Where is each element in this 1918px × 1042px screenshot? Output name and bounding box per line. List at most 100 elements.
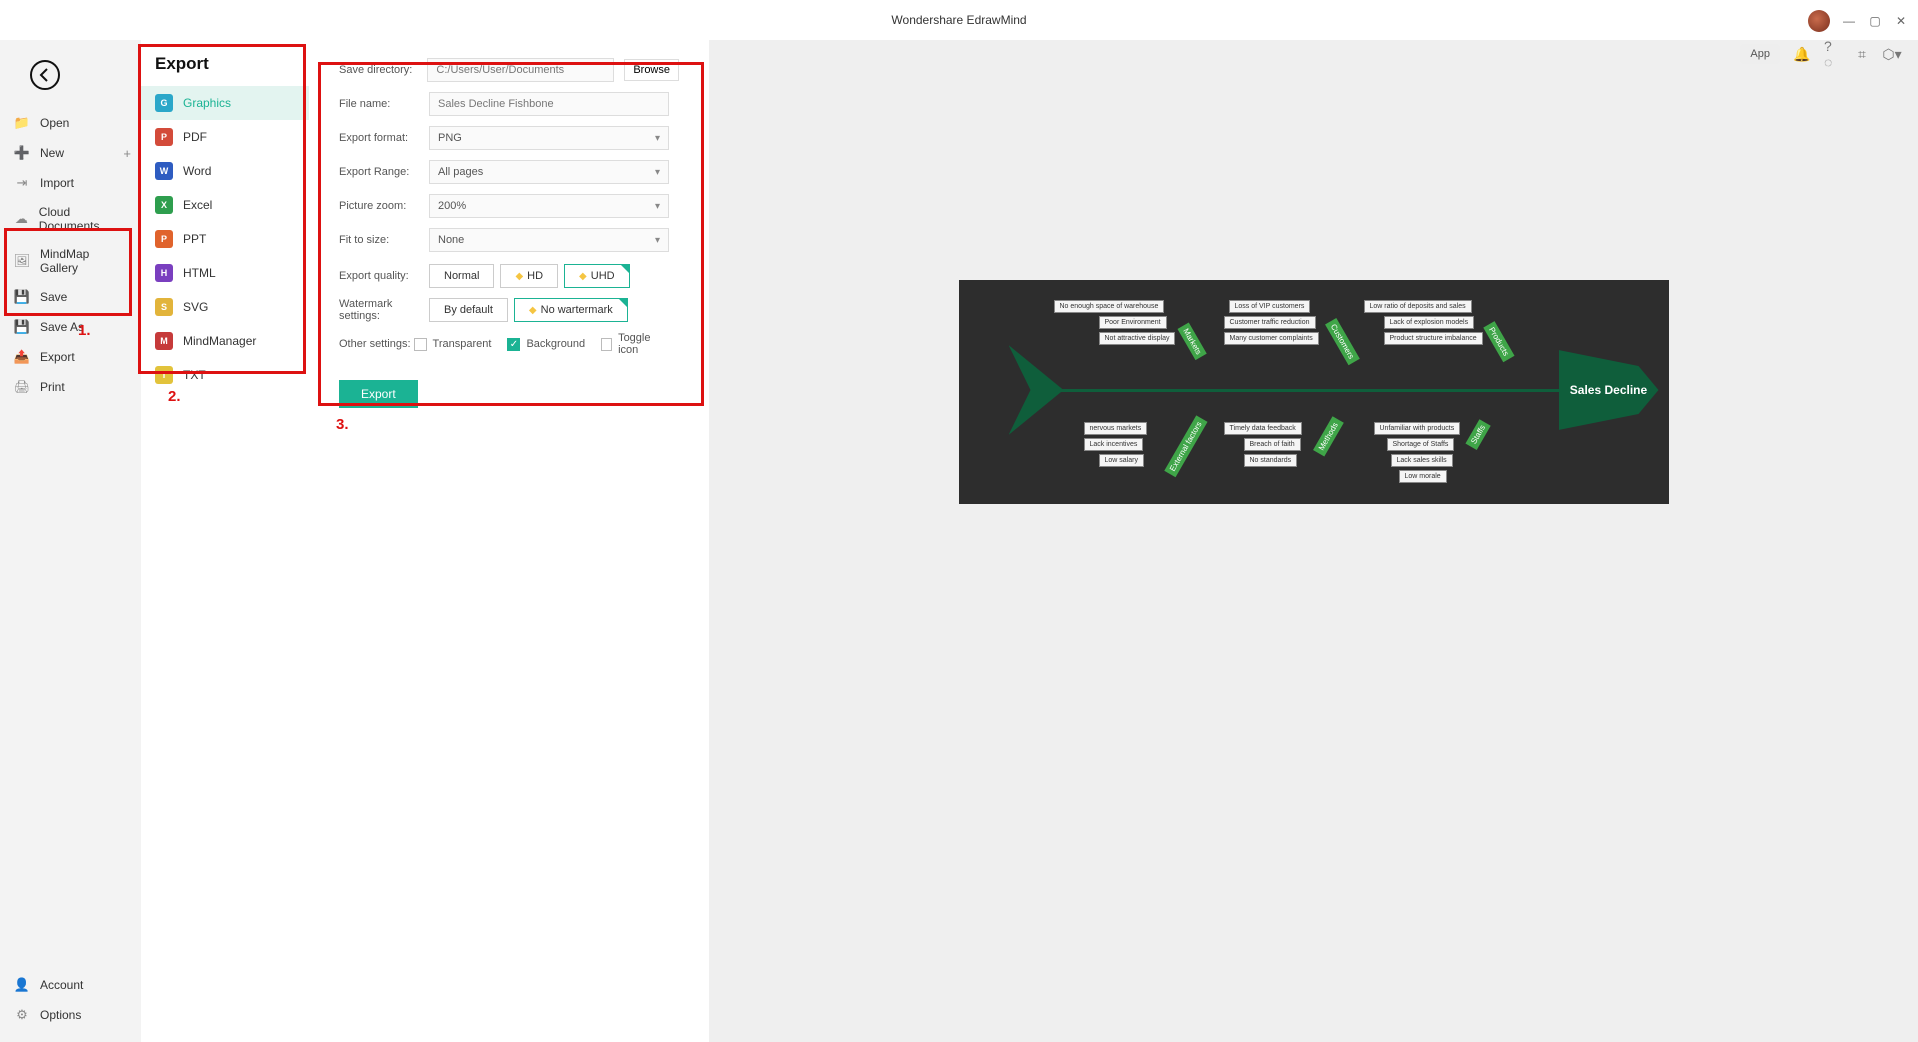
format-label: MindManager bbox=[183, 334, 256, 348]
format-label: Excel bbox=[183, 198, 212, 212]
bone-products: Products bbox=[1483, 321, 1514, 362]
check-background[interactable]: ✓Background bbox=[507, 338, 585, 351]
export-settings: Save directory: Browse File name: Export… bbox=[309, 40, 709, 1042]
node: Breach of faith bbox=[1244, 438, 1301, 451]
node: Low ratio of deposits and sales bbox=[1364, 300, 1472, 313]
bone-methods: Methods bbox=[1313, 416, 1344, 456]
close-icon[interactable]: ✕ bbox=[1894, 14, 1908, 28]
bell-icon[interactable]: 🔔 bbox=[1794, 46, 1810, 62]
minimize-icon[interactable]: — bbox=[1842, 14, 1856, 28]
save-dir-input[interactable] bbox=[427, 58, 614, 82]
sidebar-item-new[interactable]: ➕New+ bbox=[0, 138, 141, 168]
sidebar-item-save[interactable]: 💾Save bbox=[0, 282, 141, 312]
format-mindmanager[interactable]: M MindManager bbox=[141, 324, 309, 358]
gallery-icon: 🖼 bbox=[14, 253, 30, 269]
node: No standards bbox=[1244, 454, 1298, 467]
watermark-none[interactable]: ◆No wartermark bbox=[514, 298, 628, 322]
format-label: PDF bbox=[183, 130, 207, 144]
node: Unfamiliar with products bbox=[1374, 422, 1461, 435]
format-pdf[interactable]: P PDF bbox=[141, 120, 309, 154]
browse-button[interactable]: Browse bbox=[624, 59, 679, 81]
save-dir-label: Save directory: bbox=[339, 64, 427, 76]
sidebar-item-cloud[interactable]: ☁Cloud Documents bbox=[0, 198, 141, 240]
file-name-input[interactable] bbox=[429, 92, 669, 116]
avatar[interactable] bbox=[1808, 10, 1830, 32]
folder-icon: 📁 bbox=[14, 115, 30, 131]
fit-select[interactable]: None bbox=[429, 228, 669, 252]
plus-circle-icon: ➕ bbox=[14, 145, 30, 161]
dropdown-icon[interactable]: ⬡▾ bbox=[1884, 46, 1900, 62]
txt-icon: T bbox=[155, 366, 173, 384]
format-label: SVG bbox=[183, 300, 208, 314]
node: Low salary bbox=[1099, 454, 1144, 467]
node: nervous markets bbox=[1084, 422, 1148, 435]
node: Not attractive display bbox=[1099, 332, 1176, 345]
back-button[interactable] bbox=[30, 60, 60, 90]
node: Product structure imbalance bbox=[1384, 332, 1483, 345]
plus-icon[interactable]: + bbox=[123, 146, 131, 161]
maximize-icon[interactable]: ▢ bbox=[1868, 14, 1882, 28]
format-label: PPT bbox=[183, 232, 206, 246]
sidebar-item-import[interactable]: ⇥Import bbox=[0, 168, 141, 198]
node: Timely data feedback bbox=[1224, 422, 1302, 435]
node: Shortage of Staffs bbox=[1387, 438, 1455, 451]
picture-zoom-label: Picture zoom: bbox=[339, 200, 429, 212]
ppt-icon: P bbox=[155, 230, 173, 248]
sidebar-item-saveas[interactable]: 💾Save As bbox=[0, 312, 141, 342]
sidebar: 📁 Open ➕New+ ⇥Import ☁Cloud Documents 🖼 Mi… bbox=[0, 40, 141, 1042]
format-txt[interactable]: TTXT bbox=[141, 358, 309, 392]
export-range-label: Export Range: bbox=[339, 166, 429, 178]
diamond-icon: ◆ bbox=[579, 271, 587, 282]
watermark-default[interactable]: By default bbox=[429, 298, 508, 322]
quality-uhd[interactable]: ◆UHD bbox=[564, 264, 630, 288]
print-icon: 🖨 bbox=[14, 379, 30, 395]
sidebar-item-print[interactable]: 🖨 Print bbox=[0, 372, 141, 402]
node: Poor Environment bbox=[1099, 316, 1167, 329]
selected-corner-icon bbox=[620, 264, 630, 274]
format-excel[interactable]: XExcel bbox=[141, 188, 309, 222]
node: Loss of VIP customers bbox=[1229, 300, 1311, 313]
sidebar-item-open[interactable]: 📁 Open bbox=[0, 108, 141, 138]
format-html[interactable]: HHTML bbox=[141, 256, 309, 290]
fit-label: Fit to size: bbox=[339, 234, 429, 246]
help-icon[interactable]: ?◌ bbox=[1824, 46, 1840, 62]
format-graphics[interactable]: GGraphics bbox=[141, 86, 309, 120]
export-format-select[interactable]: PNG bbox=[429, 126, 669, 150]
picture-zoom-select[interactable]: 200% bbox=[429, 194, 669, 218]
quality-hd[interactable]: ◆HD bbox=[500, 264, 558, 288]
sidebar-item-label: Open bbox=[40, 116, 69, 130]
graphics-icon: G bbox=[155, 94, 173, 112]
app-chip[interactable]: App bbox=[1740, 44, 1780, 64]
sidebar-item-options[interactable]: ⚙Options bbox=[0, 1000, 141, 1030]
sidebar-item-label: Save bbox=[40, 290, 67, 304]
sidebar-item-gallery[interactable]: 🖼 MindMap Gallery bbox=[0, 240, 141, 282]
other-label: Other settings: bbox=[339, 338, 414, 350]
pdf-icon: P bbox=[155, 128, 173, 146]
svg-icon: S bbox=[155, 298, 173, 316]
export-format-label: Export format: bbox=[339, 132, 429, 144]
export-button[interactable]: Export bbox=[339, 380, 418, 408]
annotation-num-3: 3. bbox=[336, 416, 349, 433]
format-ppt[interactable]: P PPT bbox=[141, 222, 309, 256]
format-word[interactable]: WWord bbox=[141, 154, 309, 188]
grid-icon[interactable]: ⌗ bbox=[1854, 46, 1870, 62]
check-toggle[interactable]: Toggle icon bbox=[601, 332, 663, 356]
sidebar-item-label: Export bbox=[40, 350, 75, 364]
html-icon: H bbox=[155, 264, 173, 282]
sidebar-item-export[interactable]: 📤Export bbox=[0, 342, 141, 372]
sidebar-item-account[interactable]: 👤Account bbox=[0, 970, 141, 1000]
format-svg[interactable]: S SVG bbox=[141, 290, 309, 324]
fish-tail bbox=[1009, 345, 1064, 435]
check-transparent[interactable]: Transparent bbox=[414, 338, 492, 351]
sidebar-item-label: MindMap Gallery bbox=[40, 247, 127, 275]
account-icon: 👤 bbox=[14, 977, 30, 993]
format-label: Word bbox=[183, 164, 211, 178]
fish-spine bbox=[1059, 389, 1559, 392]
export-range-select[interactable]: All pages bbox=[429, 160, 669, 184]
app-title: Wondershare EdrawMind bbox=[891, 13, 1026, 27]
mm-icon: M bbox=[155, 332, 173, 350]
quality-normal[interactable]: Normal bbox=[429, 264, 494, 288]
node: Lack incentives bbox=[1084, 438, 1144, 451]
sidebar-item-label: Print bbox=[40, 380, 65, 394]
format-panel: Export GGraphics PPDF WWord XExcel PPPT … bbox=[141, 40, 309, 1042]
